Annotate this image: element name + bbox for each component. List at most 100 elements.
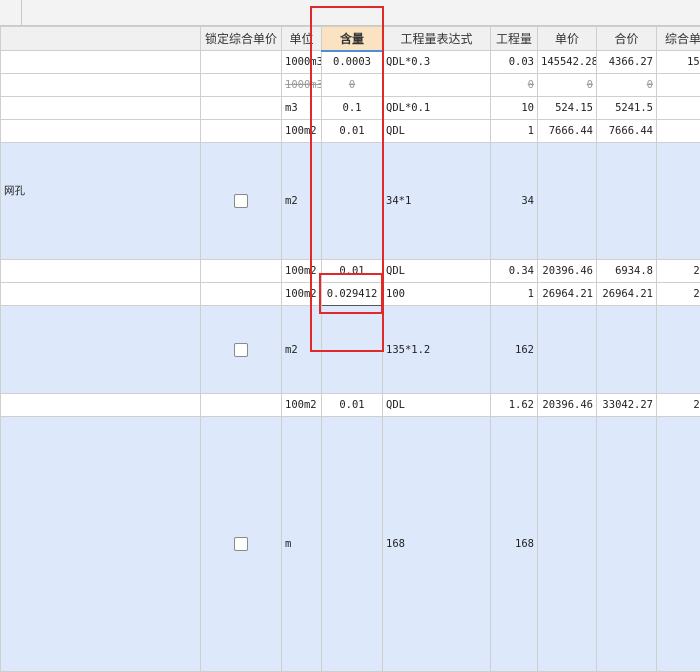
cell-expression[interactable]: QDL*0.1 — [383, 97, 491, 120]
cell-content[interactable]: 0.01 — [322, 260, 383, 283]
cell-unit-price[interactable]: 26964.21 — [538, 283, 597, 306]
header-quantity[interactable]: 工程量 — [491, 27, 538, 51]
toolbar-tab[interactable] — [0, 0, 22, 25]
header-lock-price[interactable]: 锁定综合单价 — [201, 27, 282, 51]
cell-unit-price[interactable]: 7666.44 — [538, 120, 597, 143]
cell-total[interactable]: 6934.8 — [597, 260, 657, 283]
cell-total[interactable] — [597, 417, 657, 672]
cell-composite[interactable]: 8 — [657, 120, 700, 143]
cell-quantity[interactable]: 1 — [491, 120, 538, 143]
cell-composite[interactable]: 29 — [657, 283, 700, 306]
cell-name[interactable] — [1, 394, 201, 417]
header-name[interactable] — [1, 27, 201, 51]
cell-name[interactable] — [1, 306, 201, 394]
cell-composite[interactable]: 150 — [657, 51, 700, 74]
header-unit-price[interactable]: 单价 — [538, 27, 597, 51]
table-row[interactable]: 100m2 0.01 QDL 0.34 20396.46 6934.8 22 — [1, 260, 700, 283]
header-expression[interactable]: 工程量表达式 — [383, 27, 491, 51]
cell-lock[interactable] — [201, 97, 282, 120]
cell-expression[interactable]: 100 — [383, 283, 491, 306]
cell-expression[interactable] — [383, 74, 491, 97]
cell-quantity[interactable]: 10 — [491, 97, 538, 120]
cell-lock[interactable] — [201, 143, 282, 260]
cell-total[interactable]: 0 — [597, 74, 657, 97]
cell-content[interactable]: 0.01 — [322, 120, 383, 143]
cell-unit-price[interactable]: 20396.46 — [538, 260, 597, 283]
table-row[interactable]: m2 135*1.2 162 — [1, 306, 700, 394]
cell-name[interactable] — [1, 283, 201, 306]
cell-unit[interactable]: 100m2 — [282, 394, 322, 417]
cell-unit-price[interactable] — [538, 143, 597, 260]
cell-composite[interactable] — [657, 306, 700, 394]
cell-lock[interactable] — [201, 283, 282, 306]
cell-expression[interactable]: QDL — [383, 260, 491, 283]
header-total[interactable]: 合价 — [597, 27, 657, 51]
cell-unit[interactable]: 1000m3 — [282, 51, 322, 74]
cell-name[interactable] — [1, 51, 201, 74]
cell-lock[interactable] — [201, 306, 282, 394]
lock-checkbox[interactable] — [234, 194, 248, 208]
cell-composite[interactable]: 22 — [657, 260, 700, 283]
cell-quantity[interactable]: 1.62 — [491, 394, 538, 417]
cell-composite[interactable] — [657, 97, 700, 120]
cell-content[interactable] — [322, 143, 383, 260]
table-row[interactable]: m 168 168 — [1, 417, 700, 672]
cell-composite[interactable]: 1 — [657, 143, 700, 260]
cell-expression[interactable]: QDL*0.3 — [383, 51, 491, 74]
cell-total[interactable]: 33042.27 — [597, 394, 657, 417]
cell-unit[interactable]: m — [282, 417, 322, 672]
cell-quantity[interactable]: 0 — [491, 74, 538, 97]
table-row[interactable]: 1000m3 0 0 0 0 — [1, 74, 700, 97]
cell-unit-price[interactable]: 524.15 — [538, 97, 597, 120]
cell-composite[interactable] — [657, 74, 700, 97]
cell-name[interactable] — [1, 260, 201, 283]
cell-content[interactable] — [322, 417, 383, 672]
header-composite[interactable]: 综合单 — [657, 27, 700, 51]
cell-quantity[interactable]: 162 — [491, 306, 538, 394]
cell-content[interactable]: 0 — [322, 74, 383, 97]
lock-checkbox[interactable] — [234, 537, 248, 551]
cell-content[interactable] — [322, 306, 383, 394]
cell-unit[interactable]: 100m2 — [282, 260, 322, 283]
cell-content[interactable]: 0.01 — [322, 394, 383, 417]
cell-quantity[interactable]: 34 — [491, 143, 538, 260]
cell-expression[interactable]: 168 — [383, 417, 491, 672]
table-row[interactable]: m3 0.1 QDL*0.1 10 524.15 5241.5 — [1, 97, 700, 120]
header-unit[interactable]: 单位 — [282, 27, 322, 51]
cell-content[interactable]: 0.1 — [322, 97, 383, 120]
cell-unit-price[interactable] — [538, 417, 597, 672]
lock-checkbox[interactable] — [234, 343, 248, 357]
cell-total[interactable]: 5241.5 — [597, 97, 657, 120]
cell-expression[interactable]: QDL — [383, 394, 491, 417]
cell-name[interactable] — [1, 97, 201, 120]
table-row[interactable]: 1000m3 0.0003 QDL*0.3 0.03 145542.28 436… — [1, 51, 700, 74]
cell-name[interactable] — [1, 120, 201, 143]
cell-expression[interactable]: 135*1.2 — [383, 306, 491, 394]
table-row[interactable]: 100m2 0.029412 100 1 26964.21 26964.21 2… — [1, 283, 700, 306]
cell-name[interactable] — [1, 74, 201, 97]
cell-lock[interactable] — [201, 417, 282, 672]
cell-composite[interactable] — [657, 417, 700, 672]
cell-unit-price[interactable] — [538, 306, 597, 394]
cell-lock[interactable] — [201, 260, 282, 283]
cell-unit-price[interactable]: 145542.28 — [538, 51, 597, 74]
cell-total[interactable]: 7666.44 — [597, 120, 657, 143]
table-row[interactable]: 100m2 0.01 QDL 1 7666.44 7666.44 8 — [1, 120, 700, 143]
cell-lock[interactable] — [201, 74, 282, 97]
cell-content[interactable]: 0.0003 — [322, 51, 383, 74]
cell-name[interactable] — [1, 417, 201, 672]
cell-unit-price[interactable]: 0 — [538, 74, 597, 97]
cell-unit[interactable]: 1000m3 — [282, 74, 322, 97]
cell-quantity[interactable]: 168 — [491, 417, 538, 672]
cell-content-edit[interactable]: 0.029412 — [322, 283, 383, 306]
cell-total[interactable] — [597, 306, 657, 394]
cell-lock[interactable] — [201, 51, 282, 74]
cell-quantity[interactable]: 0.34 — [491, 260, 538, 283]
cell-expression[interactable]: QDL — [383, 120, 491, 143]
cell-unit-price[interactable]: 20396.46 — [538, 394, 597, 417]
cell-total[interactable] — [597, 143, 657, 260]
cell-quantity[interactable]: 0.03 — [491, 51, 538, 74]
cell-quantity[interactable]: 1 — [491, 283, 538, 306]
cell-lock[interactable] — [201, 394, 282, 417]
cell-composite[interactable]: 22 — [657, 394, 700, 417]
